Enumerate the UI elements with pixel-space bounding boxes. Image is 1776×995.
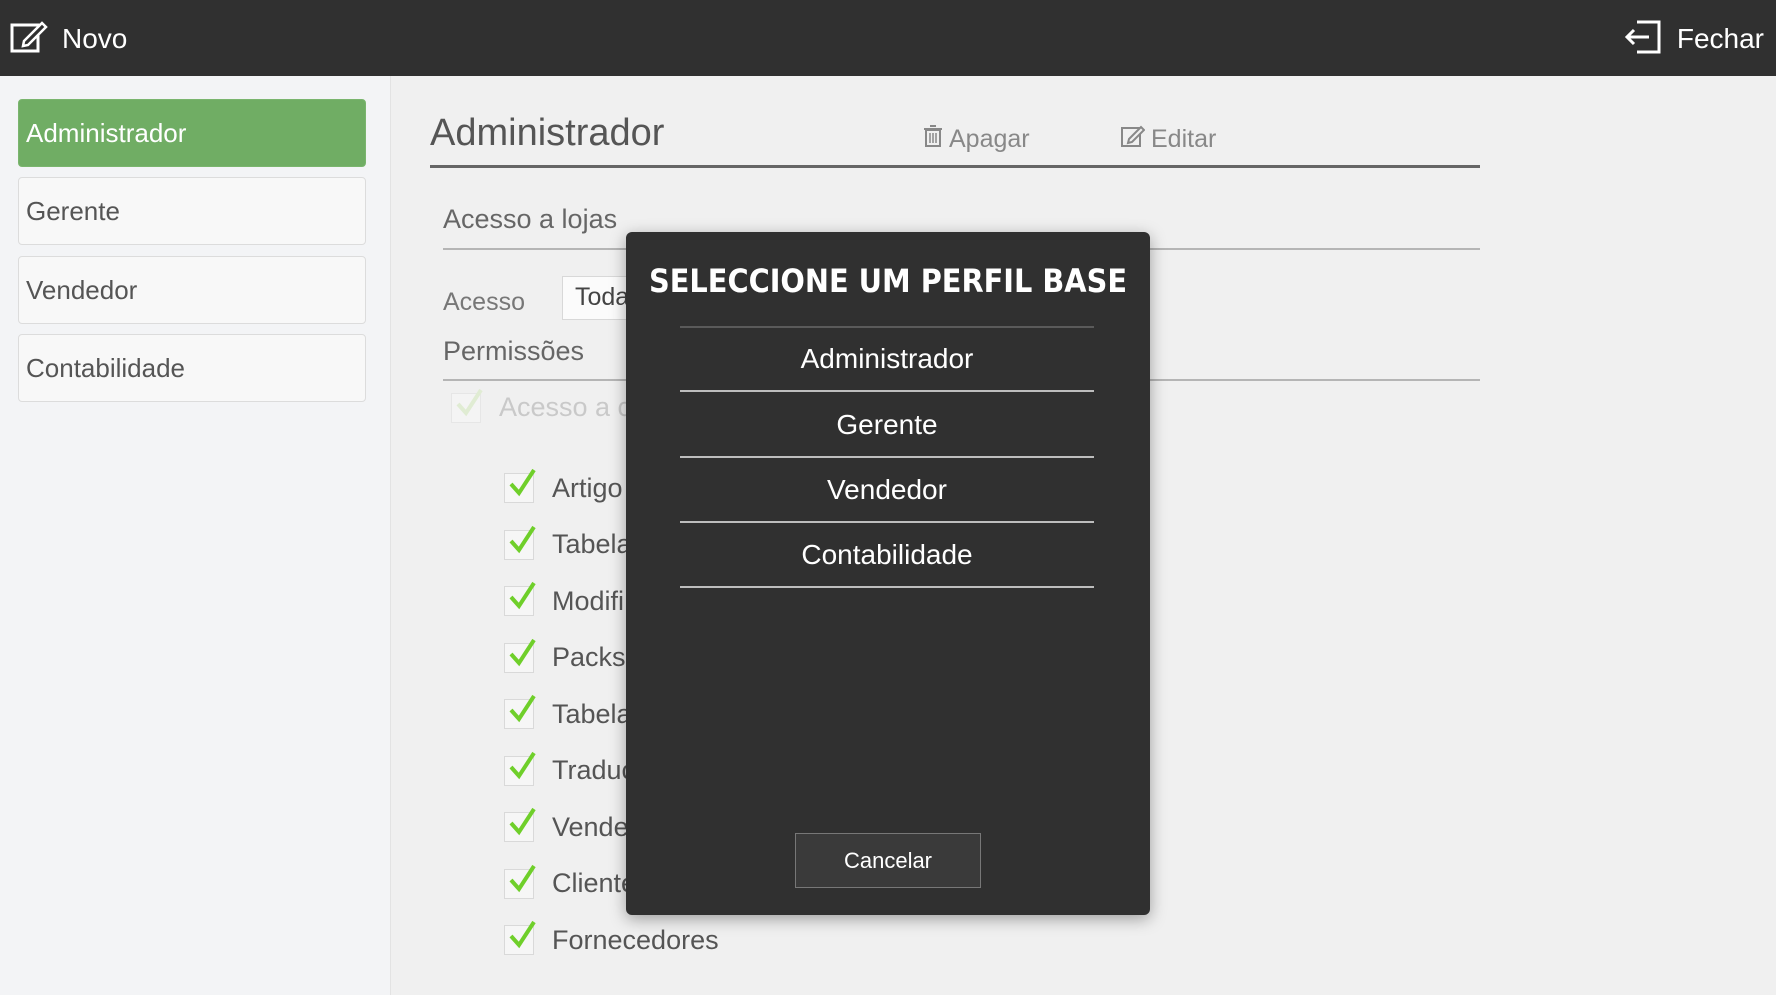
cancel-button[interactable]: Cancelar <box>795 833 981 888</box>
option-contabilidade[interactable]: Contabilidade <box>680 524 1094 588</box>
dialog-title: Seleccione um perfil base <box>649 262 1127 300</box>
modal-overlay: Seleccione um perfil base Administrador … <box>0 0 1776 995</box>
option-administrador[interactable]: Administrador <box>680 328 1094 392</box>
base-profile-dialog: Seleccione um perfil base Administrador … <box>626 232 1150 915</box>
option-vendedor[interactable]: Vendedor <box>680 459 1094 523</box>
option-gerente[interactable]: Gerente <box>680 394 1094 458</box>
